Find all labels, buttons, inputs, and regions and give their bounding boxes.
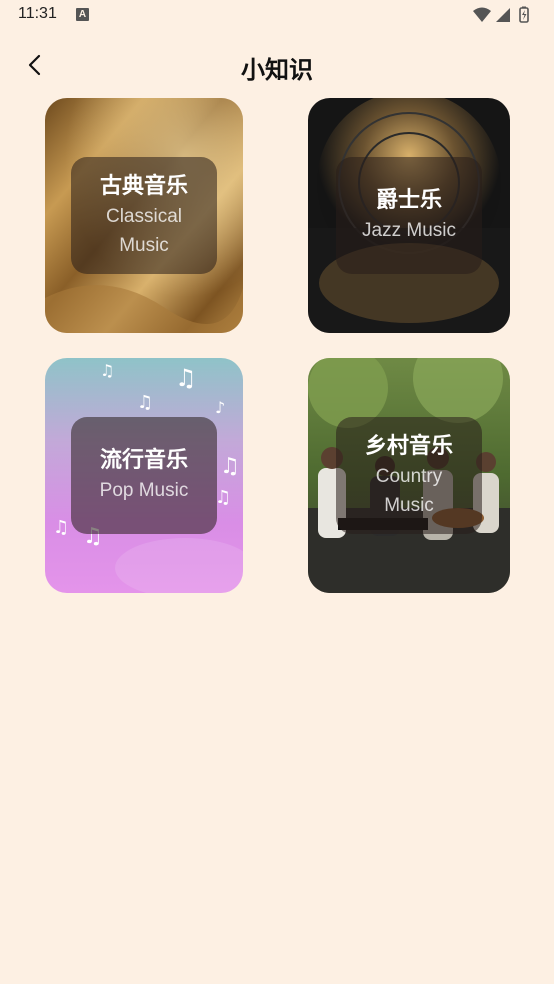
card-label: 乡村音乐 Country Music (336, 417, 482, 534)
card-subtitle: Pop Music (99, 480, 189, 501)
status-icons (472, 6, 540, 24)
card-title: 古典音乐 (99, 173, 188, 199)
wifi-icon (473, 7, 491, 22)
battery-icon (519, 6, 529, 23)
status-bar: 11:31 A (0, 0, 554, 32)
card-subtitle: Country Music (375, 465, 443, 516)
card-label: 流行音乐 Pop Music (71, 417, 217, 534)
card-label: 古典音乐 Classical Music (71, 157, 217, 274)
page-title: 小知识 (241, 56, 313, 84)
notification-icon: A (76, 8, 89, 21)
svg-text:♫: ♫ (53, 517, 69, 538)
card-subtitle: Jazz Music (362, 220, 456, 241)
signal-icon (496, 8, 510, 22)
card-title: 流行音乐 (99, 448, 188, 473)
card-label: 爵士乐 Jazz Music (336, 157, 482, 274)
status-time: 11:31 (18, 5, 57, 22)
card-title: 爵士乐 (375, 188, 442, 213)
svg-text:♫: ♫ (137, 392, 153, 413)
svg-text:♫: ♫ (220, 454, 240, 479)
card-subtitle: Classical Music (105, 205, 183, 256)
svg-text:♫: ♫ (215, 487, 231, 508)
card-title: 乡村音乐 (364, 433, 453, 459)
card-jazz-music[interactable]: 爵士乐 Jazz Music (308, 98, 510, 333)
app-header: 小知识 (0, 40, 554, 92)
svg-text:♫: ♫ (175, 364, 197, 392)
card-classical-music[interactable]: 古典音乐 Classical Music (45, 98, 243, 333)
svg-text:♫: ♫ (100, 361, 114, 380)
svg-text:♪: ♪ (215, 398, 225, 417)
card-country-music[interactable]: 乡村音乐 Country Music (308, 358, 510, 593)
card-pop-music[interactable]: ♫ ♫ ♫ ♪ ♫ ♫ ♫ ♫ 流行音乐 Pop Music (45, 358, 243, 593)
